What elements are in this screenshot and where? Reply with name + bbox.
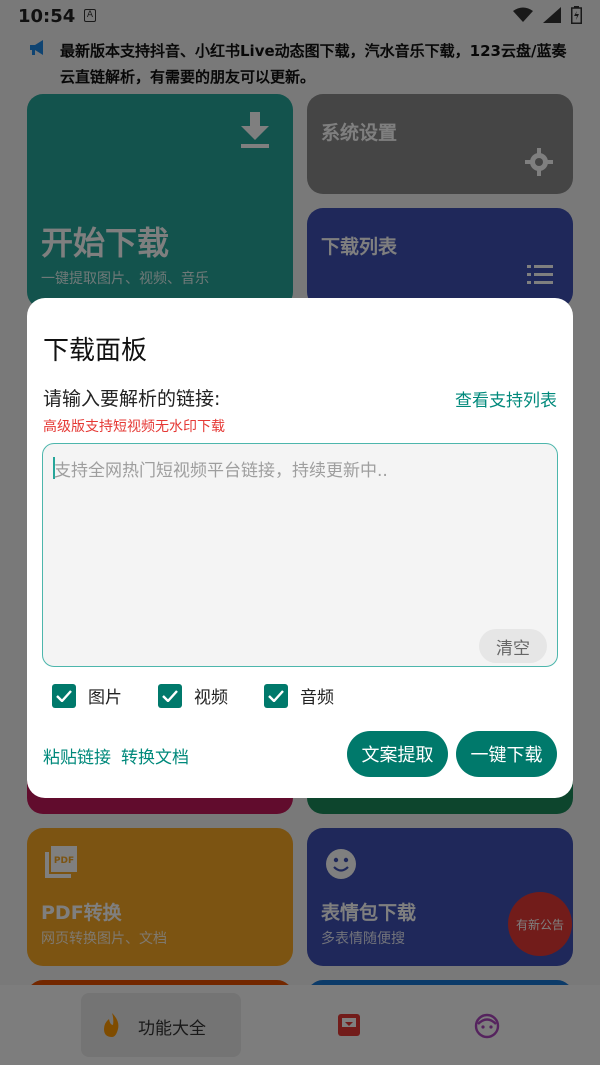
- premium-note: 高级版支持短视频无水印下载: [43, 419, 225, 435]
- checkbox-images-label: 图片: [88, 688, 122, 708]
- checkbox-images[interactable]: 图片: [52, 683, 122, 708]
- checkbox-videos[interactable]: 视频: [158, 683, 228, 708]
- checkbox-audio-label: 音频: [300, 688, 334, 708]
- paste-link-button[interactable]: 粘贴链接: [43, 743, 111, 768]
- link-input-placeholder: 支持全网热门短视频平台链接，持续更新中..: [54, 461, 388, 481]
- dialog-text-actions: 粘贴链接 转换文档: [43, 743, 189, 768]
- checkbox-checked-icon: [158, 683, 182, 708]
- dialog-title: 下载面板: [43, 336, 148, 366]
- checkbox-audio[interactable]: 音频: [264, 683, 334, 708]
- checkbox-checked-icon: [52, 683, 76, 708]
- checkbox-videos-label: 视频: [194, 688, 228, 708]
- checkbox-checked-icon: [264, 683, 288, 708]
- extract-text-button[interactable]: 文案提取: [347, 731, 448, 777]
- media-type-checkboxes: 图片 视频 音频: [52, 683, 370, 708]
- one-click-download-button[interactable]: 一键下载: [456, 731, 557, 777]
- supported-list-link[interactable]: 查看支持列表: [455, 386, 557, 411]
- clear-button[interactable]: 清空: [479, 629, 547, 663]
- convert-document-button[interactable]: 转换文档: [121, 743, 189, 768]
- link-input-label: 请输入要解析的链接:: [43, 388, 221, 410]
- link-input-field[interactable]: 支持全网热门短视频平台链接，持续更新中.. 清空: [42, 443, 558, 667]
- download-panel-dialog: 下载面板 请输入要解析的链接: 查看支持列表 高级版支持短视频无水印下载 支持全…: [27, 298, 573, 798]
